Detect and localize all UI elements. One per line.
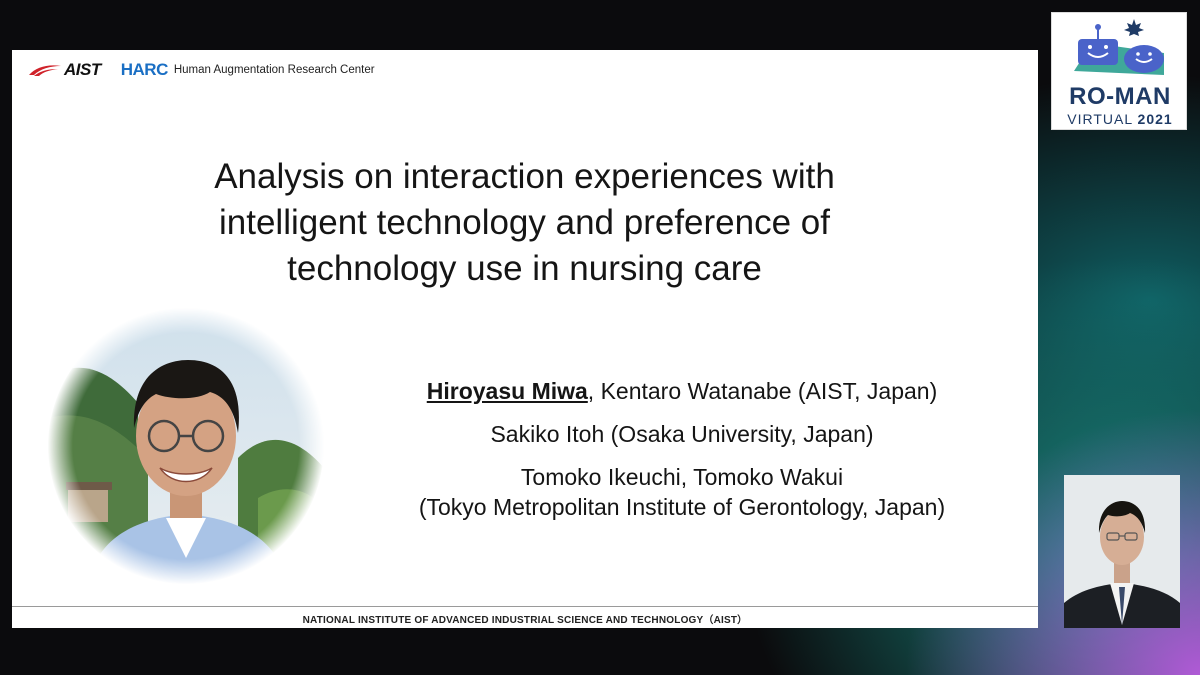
footer-institute: NATIONAL INSTITUTE OF ADVANCED INDUSTRIA… <box>302 615 748 626</box>
presenter-name: Hiroyasu Miwa <box>426 378 588 404</box>
presentation-slide: AIST HARC Human Augmentation Research Ce… <box>12 50 1038 628</box>
harc-logo-mark: HARC <box>120 60 169 79</box>
author-line-1: Hiroyasu Miwa, Kentaro Watanabe (AIST, J… <box>372 376 992 406</box>
author-line-1-rest: , Kentaro Watanabe (AIST, Japan) <box>587 378 938 404</box>
author-list: Hiroyasu Miwa, Kentaro Watanabe (AIST, J… <box>372 376 992 522</box>
title-line-2: intelligent technology and preference of <box>219 203 830 242</box>
title-line-1: Analysis on interaction experiences with <box>214 157 835 196</box>
harc-full-name: Human Augmentation Research Center <box>173 64 375 76</box>
title-line-3: technology use in nursing care <box>287 249 762 288</box>
conference-name: RO-MAN <box>1069 83 1171 110</box>
author-line-3: Tomoko Ikeuchi, Tomoko Wakui <box>520 464 844 490</box>
aist-logo: AIST <box>28 60 101 80</box>
conference-badge: RO-MAN VIRTUAL 2021 <box>1051 12 1187 130</box>
aist-swoosh-icon <box>29 65 61 76</box>
logo-row: AIST HARC Human Augmentation Research Ce… <box>28 60 375 80</box>
footer-divider <box>12 606 1038 607</box>
aist-logo-text: AIST <box>64 60 101 79</box>
author-line-2: Sakiko Itoh (Osaka University, Japan) <box>490 421 874 447</box>
presenter-photo <box>48 308 324 584</box>
conference-virtual-label: VIRTUAL <box>1067 111 1133 127</box>
conference-year: 2021 <box>1137 111 1173 127</box>
maple-leaf-icon <box>1124 19 1144 36</box>
slide-title: Analysis on interaction experiences with… <box>122 154 927 292</box>
speaker-webcam-video <box>1064 475 1180 628</box>
harc-logo: HARC Human Augmentation Research Center <box>121 60 375 80</box>
conference-subtitle: VIRTUAL 2021 <box>1052 111 1188 127</box>
author-line-4: (Tokyo Metropolitan Institute of Geronto… <box>418 494 946 520</box>
robot-mascot-icon <box>1074 19 1164 75</box>
